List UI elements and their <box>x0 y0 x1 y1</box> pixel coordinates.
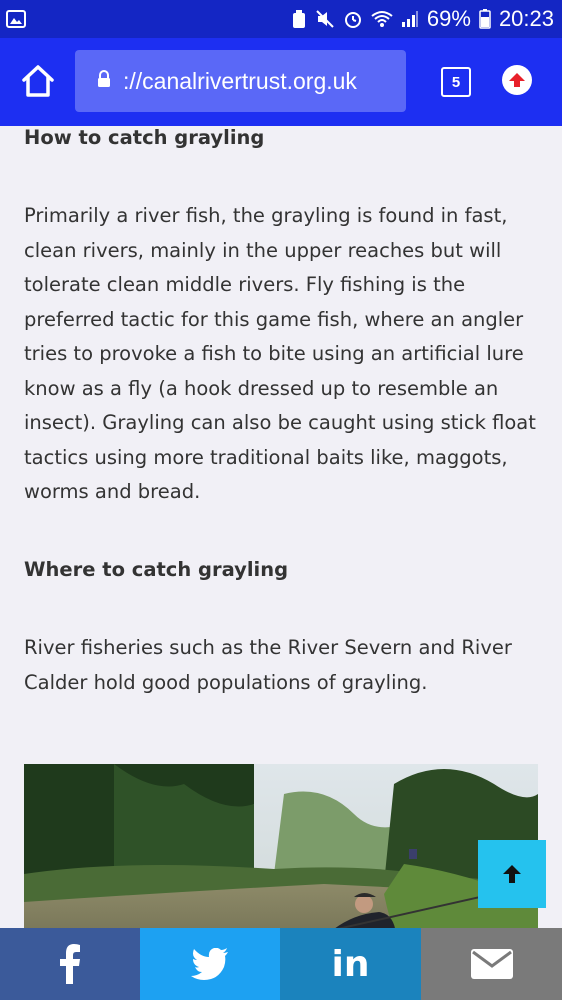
facebook-icon <box>60 944 80 984</box>
paragraph-how-to-catch: Primarily a river fish, the grayling is … <box>24 204 536 503</box>
url-text: ://canalrivertrust.org.uk <box>123 67 357 94</box>
address-bar[interactable]: ://canalrivertrust.org.uk <box>75 50 406 112</box>
home-button[interactable] <box>20 63 56 99</box>
wifi-icon <box>371 10 393 28</box>
email-icon <box>470 949 513 979</box>
share-facebook-button[interactable] <box>0 928 140 1000</box>
clock: 20:23 <box>498 6 554 31</box>
signal-icon <box>401 10 419 28</box>
update-button[interactable] <box>502 65 532 95</box>
status-bar: 69% 20:23 <box>0 0 562 38</box>
status-left <box>6 10 26 28</box>
share-bar: in <box>0 928 562 1000</box>
heading-where-to-catch: Where to catch grayling <box>24 558 289 581</box>
paragraph-where-to-catch: River fisheries such as the River Severn… <box>24 636 512 694</box>
home-icon <box>22 65 54 97</box>
battery-icon <box>479 9 491 29</box>
lock-icon <box>97 70 111 92</box>
tab-switcher-button[interactable]: 5 <box>441 67 471 97</box>
recycle-icon <box>291 9 307 29</box>
twitter-icon <box>191 948 228 980</box>
arrow-up-icon <box>503 865 521 883</box>
update-arrow-icon <box>509 73 525 87</box>
heading-how-to-catch: How to catch grayling <box>24 126 265 149</box>
linkedin-icon: in <box>331 943 370 985</box>
alarm-icon <box>343 9 363 29</box>
battery-percent: 69% <box>426 6 471 31</box>
back-to-top-button[interactable] <box>478 840 546 908</box>
share-email-button[interactable] <box>421 928 562 1000</box>
mute-icon <box>315 9 335 29</box>
status-right: 69% 20:23 <box>291 6 554 32</box>
gallery-notification-icon <box>6 10 26 28</box>
share-linkedin-button[interactable]: in <box>280 928 421 1000</box>
browser-toolbar: ://canalrivertrust.org.uk 5 <box>0 38 562 126</box>
share-twitter-button[interactable] <box>140 928 280 1000</box>
